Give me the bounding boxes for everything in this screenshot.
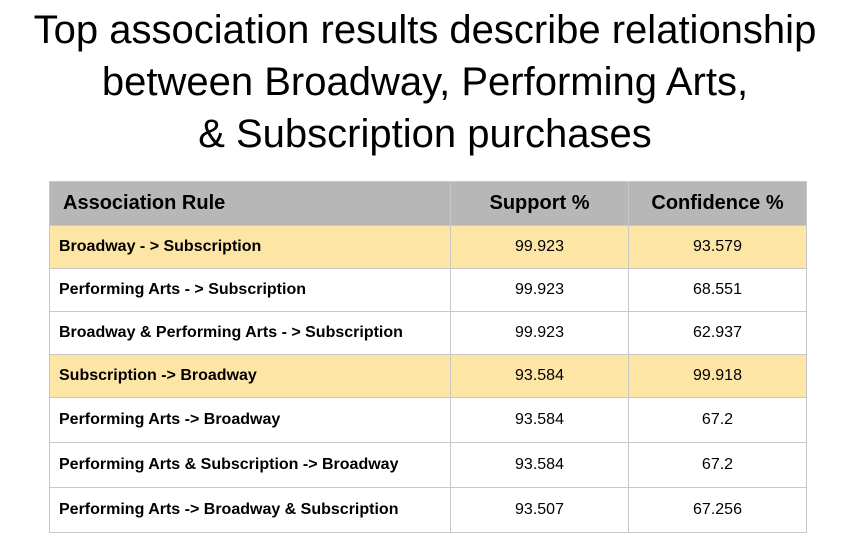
- confidence-cell: 62.937: [628, 311, 807, 355]
- table-row: Performing Arts -> Broadway 93.584 67.2: [49, 397, 807, 443]
- confidence-cell: 67.256: [628, 487, 807, 533]
- column-header-confidence: Confidence %: [628, 181, 807, 226]
- table-row: Performing Arts & Subscription -> Broadw…: [49, 442, 807, 488]
- table-row: Performing Arts -> Broadway & Subscripti…: [49, 487, 807, 533]
- column-header-rule: Association Rule: [49, 181, 451, 226]
- support-cell: 93.584: [450, 397, 629, 443]
- slide-title: Top association results describe relatio…: [0, 4, 850, 160]
- confidence-cell: 67.2: [628, 442, 807, 488]
- confidence-cell: 99.918: [628, 354, 807, 398]
- table-row: Broadway & Performing Arts - > Subscript…: [49, 311, 807, 355]
- table-row: Performing Arts - > Subscription 99.923 …: [49, 268, 807, 312]
- column-header-support: Support %: [450, 181, 629, 226]
- table-row: Subscription -> Broadway 93.584 99.918: [49, 354, 807, 398]
- support-cell: 99.923: [450, 225, 629, 269]
- support-cell: 93.507: [450, 487, 629, 533]
- rule-cell: Performing Arts -> Broadway: [49, 397, 451, 443]
- confidence-cell: 67.2: [628, 397, 807, 443]
- confidence-cell: 68.551: [628, 268, 807, 312]
- slide-title-line-3: & Subscription purchases: [198, 112, 652, 156]
- rule-cell: Broadway & Performing Arts - > Subscript…: [49, 311, 451, 355]
- header-row: Association Rule Support % Confidence %: [49, 181, 807, 226]
- association-rules-table: Association Rule Support % Confidence % …: [49, 181, 807, 533]
- rule-cell: Broadway - > Subscription: [49, 225, 451, 269]
- table-body: Broadway - > Subscription 99.923 93.579 …: [49, 225, 807, 533]
- slide-title-line-1: Top association results describe relatio…: [33, 8, 817, 52]
- support-cell: 93.584: [450, 442, 629, 488]
- rule-cell: Performing Arts & Subscription -> Broadw…: [49, 442, 451, 488]
- rule-cell: Performing Arts -> Broadway & Subscripti…: [49, 487, 451, 533]
- confidence-cell: 93.579: [628, 225, 807, 269]
- slide-title-line-2: between Broadway, Performing Arts,: [101, 60, 749, 104]
- rule-cell: Subscription -> Broadway: [49, 354, 451, 398]
- support-cell: 99.923: [450, 268, 629, 312]
- rule-cell: Performing Arts - > Subscription: [49, 268, 451, 312]
- support-cell: 99.923: [450, 311, 629, 355]
- support-cell: 93.584: [450, 354, 629, 398]
- table-header: Association Rule Support % Confidence %: [49, 181, 807, 226]
- table-row: Broadway - > Subscription 99.923 93.579: [49, 225, 807, 269]
